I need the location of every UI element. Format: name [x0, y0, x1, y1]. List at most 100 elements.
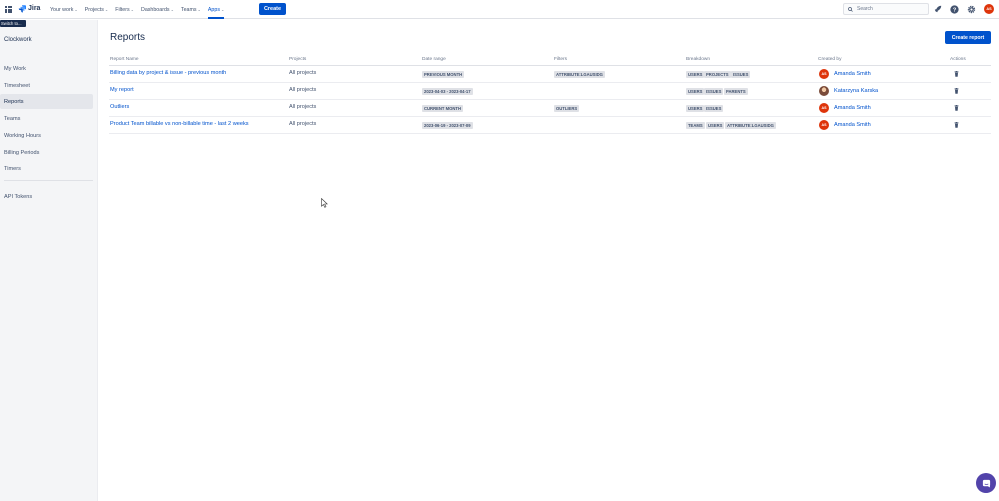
question-icon: ?	[949, 4, 959, 14]
column-header-actions: Actions	[950, 57, 966, 62]
row-divider	[109, 116, 991, 117]
nav-label: Filters	[115, 6, 130, 13]
jira-logo[interactable]: Jira	[18, 4, 40, 13]
breakdown-lozenge: TEAMS	[686, 122, 705, 129]
column-header-report-name[interactable]: Report Name	[110, 57, 139, 62]
breakdown-lozenge: PARENTS	[724, 88, 748, 95]
sidebar-item-reports[interactable]: Reports	[0, 94, 93, 109]
mouse-cursor-icon	[321, 198, 328, 208]
column-header-filters[interactable]: Filters	[554, 57, 567, 62]
sidebar-item-timers[interactable]: Timers	[0, 161, 93, 176]
switch-to-tooltip: Switch to...	[0, 20, 26, 27]
created-by: AS Amanda Smith	[819, 120, 871, 130]
sidebar-item-teams[interactable]: Teams	[0, 111, 93, 126]
jira-logo-icon	[18, 5, 26, 13]
gear-icon	[967, 5, 975, 13]
create-button[interactable]: Create	[259, 3, 286, 15]
breakdown-lozenge: PROJECTS	[704, 71, 731, 78]
created-by: Katarzyna Karska	[819, 86, 878, 96]
table-header-divider	[109, 65, 991, 66]
delete-icon[interactable]	[954, 71, 959, 77]
created-by: AS Amanda Smith	[819, 69, 871, 79]
nav-label: Teams	[180, 6, 197, 13]
breakdown-lozenge: ISSUES	[704, 105, 724, 112]
report-name-link[interactable]: Outliers	[110, 104, 129, 110]
nav-dashboards[interactable]: Dashboards ⌄	[141, 0, 174, 19]
sidebar-item-api-tokens[interactable]: API Tokens	[0, 189, 93, 204]
user-avatar[interactable]: AS	[984, 4, 994, 14]
avatar	[819, 86, 829, 96]
nav-label: Apps	[207, 6, 220, 13]
rocket-icon	[934, 5, 942, 13]
creator-name-link[interactable]: Amanda Smith	[834, 122, 871, 128]
creator-name-link[interactable]: Amanda Smith	[834, 105, 871, 111]
chevron-down-icon: ⌄	[220, 7, 225, 12]
report-projects: All projects	[289, 70, 317, 76]
logo-text: Jira	[28, 5, 41, 12]
top-navigation: Jira Your work ⌄ Projects ⌄ Filters ⌄ Dashb…	[0, 0, 999, 19]
breakdown-lozenge: USERS	[686, 71, 705, 78]
nav-apps[interactable]: Apps ⌄	[207, 0, 225, 19]
avatar: AS	[819, 69, 829, 79]
nav-items: Your work ⌄ Projects ⌄ Filters ⌄ Dashboards…	[50, 0, 231, 19]
breakdown-lozenge: ISSUES	[704, 88, 724, 95]
sidebar-title: Clockwork	[4, 37, 32, 43]
sidebar-item-billing-periods[interactable]: Billing Periods	[0, 145, 93, 160]
chevron-down-icon: ⌄	[197, 7, 201, 12]
nav-projects[interactable]: Projects ⌄	[85, 0, 109, 19]
sidebar-item-working-hours[interactable]: Working Hours	[0, 128, 93, 143]
chevron-down-icon: ⌄	[104, 7, 109, 12]
column-header-date-range[interactable]: Date range	[422, 57, 446, 62]
filter-lozenge: ATTRIBUTE:LGAUSIDG	[554, 71, 605, 78]
create-report-button[interactable]: Create report	[945, 31, 991, 44]
chevron-down-icon: ⌄	[130, 7, 134, 12]
nav-your-work[interactable]: Your work ⌄	[50, 0, 78, 19]
search-placeholder: Search	[857, 6, 873, 12]
avatar: AS	[819, 120, 829, 130]
notifications-icon[interactable]	[933, 4, 943, 14]
report-projects: All projects	[289, 121, 317, 127]
date-range-lozenge: CURRENT MONTH	[422, 105, 463, 112]
search-input[interactable]: Search	[843, 3, 929, 15]
app-switcher-icon[interactable]	[5, 6, 12, 13]
nav-teams[interactable]: Teams ⌄	[181, 0, 201, 19]
sidebar-divider	[4, 180, 93, 181]
column-header-projects[interactable]: Projects	[289, 57, 306, 62]
column-header-created-by[interactable]: Created by	[818, 57, 841, 62]
settings-icon[interactable]	[966, 4, 976, 14]
chat-launcher-button[interactable]	[976, 473, 996, 493]
breakdown-lozenge: USERS	[686, 105, 705, 112]
nav-label: Your work	[50, 6, 74, 13]
date-range-lozenge: 2023-06-19 - 2023-07-09	[422, 122, 473, 129]
creator-name-link[interactable]: Amanda Smith	[834, 71, 871, 77]
report-projects: All projects	[289, 87, 317, 93]
report-projects: All projects	[289, 104, 317, 110]
nav-label: Dashboards	[141, 6, 170, 13]
nav-label: Projects	[84, 6, 104, 13]
row-divider	[109, 82, 991, 83]
chevron-down-icon: ⌄	[170, 7, 174, 12]
report-name-link[interactable]: Billing data by project & issue - previo…	[110, 70, 226, 76]
delete-icon[interactable]	[954, 105, 959, 111]
breakdown-lozenge: USERS	[706, 122, 725, 129]
column-header-breakdown[interactable]: Breakdown	[686, 57, 710, 62]
date-range-lozenge: 2023-04-03 - 2023-04-17	[422, 88, 473, 95]
creator-name-link[interactable]: Katarzyna Karska	[834, 88, 878, 94]
avatar: AS	[819, 103, 829, 113]
filter-lozenge: OUTLIERS	[554, 105, 580, 112]
date-range-lozenge: PREVIOUS MONTH	[422, 71, 465, 78]
help-icon[interactable]: ?	[949, 4, 959, 14]
report-name-link[interactable]: My report	[110, 87, 134, 93]
breakdown-lozenge: ATTRIBUTE:LGAUSIDG	[725, 122, 776, 129]
sidebar-item-timesheet[interactable]: Timesheet	[0, 78, 93, 93]
page-title: Reports	[110, 32, 146, 43]
search-icon	[848, 6, 853, 12]
sidebar-item-my-work[interactable]: My Work	[0, 61, 93, 76]
breakdown-lozenge: ISSUES	[731, 71, 751, 78]
nav-filters[interactable]: Filters ⌄	[115, 0, 134, 19]
row-divider	[109, 133, 991, 134]
delete-icon[interactable]	[954, 88, 959, 94]
delete-icon[interactable]	[954, 122, 959, 128]
report-name-link[interactable]: Product Team billable vs non-billable ti…	[110, 121, 249, 127]
created-by: AS Amanda Smith	[819, 103, 871, 113]
